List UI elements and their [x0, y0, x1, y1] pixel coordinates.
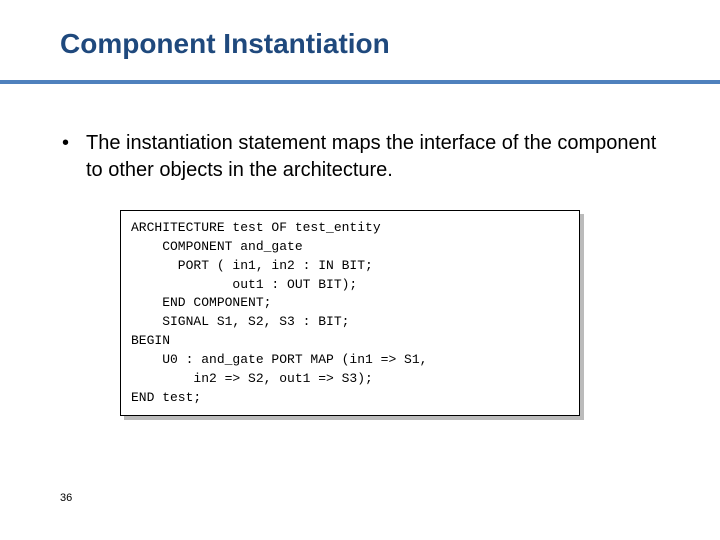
code-line: COMPONENT and_gate — [131, 239, 303, 254]
code-line: END COMPONENT; — [131, 295, 271, 310]
slide-content: • The instantiation statement maps the i… — [60, 130, 672, 416]
bullet-marker: • — [60, 130, 86, 157]
page-number: 36 — [60, 492, 72, 504]
title-underline — [0, 80, 720, 84]
code-line: U0 : and_gate PORT MAP (in1 => S1, — [131, 352, 427, 367]
code-line: END test; — [131, 390, 201, 405]
code-line: BEGIN — [131, 333, 170, 348]
code-block: ARCHITECTURE test OF test_entity COMPONE… — [120, 210, 580, 416]
code-line: SIGNAL S1, S2, S3 : BIT; — [131, 314, 349, 329]
slide: Component Instantiation • The instantiat… — [0, 0, 720, 540]
code-box: ARCHITECTURE test OF test_entity COMPONE… — [120, 210, 580, 416]
code-line: in2 => S2, out1 => S3); — [131, 371, 373, 386]
bullet-text: The instantiation statement maps the int… — [86, 130, 672, 184]
bullet-item: • The instantiation statement maps the i… — [60, 130, 672, 184]
code-line: ARCHITECTURE test OF test_entity — [131, 220, 381, 235]
code-line: PORT ( in1, in2 : IN BIT; — [131, 258, 373, 273]
code-line: out1 : OUT BIT); — [131, 277, 357, 292]
slide-title: Component Instantiation — [60, 28, 672, 60]
